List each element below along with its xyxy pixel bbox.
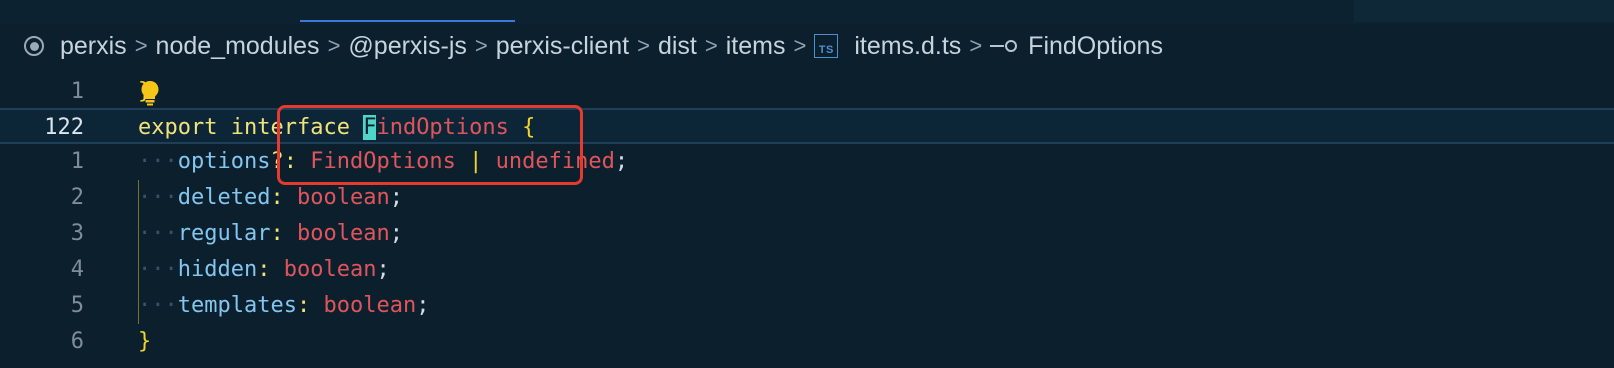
indent-guide — [138, 180, 139, 324]
code-editor[interactable]: 1 } 122 export interface FindOptions { 1… — [0, 72, 1614, 368]
breadcrumb-item-symbol[interactable]: FindOptions — [1028, 32, 1163, 61]
breadcrumb-separator: > — [474, 33, 488, 58]
whitespace-dots: ··· — [138, 293, 178, 318]
union-bar: | — [469, 149, 483, 174]
breadcrumb-separator: > — [969, 33, 983, 58]
closing-brace: } — [138, 329, 152, 354]
line-content: ···deleted: boolean; — [138, 180, 403, 216]
type-name: boolean — [283, 257, 377, 282]
breadcrumb-item-file[interactable]: items.d.ts — [854, 32, 961, 61]
type-name: boolean — [323, 293, 417, 318]
type-name: boolean — [296, 221, 390, 246]
semicolon: ; — [389, 185, 403, 210]
line-content: ···templates: boolean; — [138, 288, 429, 324]
code-line: 2 ···deleted: boolean; — [0, 180, 1614, 216]
colon: : — [257, 257, 271, 282]
breadcrumb-separator: > — [637, 33, 650, 58]
code-line-current: 122 export interface FindOptions { — [0, 108, 1614, 144]
breadcrumb-separator: > — [793, 33, 807, 58]
cursor-highlight: F — [363, 115, 377, 140]
line-content: ···options?: FindOptions | undefined; — [138, 144, 628, 180]
type-name: undefined — [495, 149, 615, 174]
semicolon: ; — [416, 293, 430, 318]
top-right-panel — [1354, 0, 1614, 22]
optional-colon: ?: — [270, 149, 297, 174]
type-name: boolean — [296, 185, 390, 210]
opening-brace: { — [522, 115, 536, 140]
line-content: ···hidden: boolean; — [138, 252, 390, 288]
whitespace-dots: ··· — [138, 185, 178, 210]
line-number: 1 — [70, 79, 84, 104]
line-number: 1 — [70, 149, 84, 174]
line-content: ···regular: boolean; — [138, 216, 403, 252]
breadcrumb-item-perxis-js[interactable]: @perxis-js — [348, 32, 466, 61]
code-line: 1 ···options?: FindOptions | undefined; — [0, 144, 1614, 180]
ts-file-icon: TS — [814, 34, 839, 58]
active-tab-indicator — [300, 20, 515, 22]
line-content: export interface FindOptions { — [138, 110, 535, 146]
interface-name: indOptions — [376, 115, 509, 140]
code-line: 4 ···hidden: boolean; — [0, 252, 1614, 288]
colon: : — [270, 185, 284, 210]
property-name: templates — [177, 293, 297, 318]
line-content: } — [138, 324, 151, 360]
whitespace-dots: ··· — [138, 221, 178, 246]
breadcrumb-item-dist[interactable]: dist — [658, 32, 697, 61]
line-number: 5 — [70, 293, 84, 318]
breadcrumb-separator: > — [134, 33, 148, 58]
code-line: 3 ···regular: boolean; — [0, 216, 1614, 252]
line-number: 4 — [70, 257, 84, 282]
colon: : — [270, 221, 284, 246]
keyword-interface: interface — [230, 115, 350, 140]
line-number: 3 — [70, 221, 84, 246]
tab-bar — [0, 0, 1614, 24]
breadcrumb-separator: > — [327, 33, 341, 58]
semicolon: ; — [376, 257, 390, 282]
workspace-circle-icon — [24, 36, 44, 56]
property-name: hidden — [177, 257, 258, 282]
breadcrumb-item-node-modules[interactable]: node_modules — [156, 32, 320, 61]
code-line: 5 ···templates: boolean; — [0, 288, 1614, 324]
breadcrumb-item-perxis[interactable]: perxis — [60, 32, 127, 61]
line-number: 122 — [44, 115, 84, 140]
type-name: FindOptions — [310, 149, 456, 174]
semicolon: ; — [389, 221, 403, 246]
interface-symbol-icon — [990, 39, 1020, 53]
semicolon: ; — [614, 149, 629, 174]
line-number: 6 — [70, 329, 84, 354]
breadcrumb-item-perxis-client[interactable]: perxis-client — [496, 32, 629, 61]
whitespace-dots: ··· — [138, 257, 178, 282]
property-name: deleted — [177, 185, 271, 210]
code-line: 1 } — [0, 74, 1614, 110]
breadcrumb-separator: > — [704, 33, 718, 58]
code-line: 6 } — [0, 324, 1614, 360]
line-number: 2 — [70, 185, 84, 210]
breadcrumb: perxis > node_modules > @perxis-js > per… — [24, 28, 1163, 64]
whitespace-dots: ··· — [138, 149, 178, 174]
property-name: options — [177, 149, 271, 174]
keyword-export: export — [138, 115, 218, 140]
property-name: regular — [177, 221, 271, 246]
breadcrumb-item-items[interactable]: items — [726, 32, 786, 61]
colon: : — [296, 293, 311, 318]
